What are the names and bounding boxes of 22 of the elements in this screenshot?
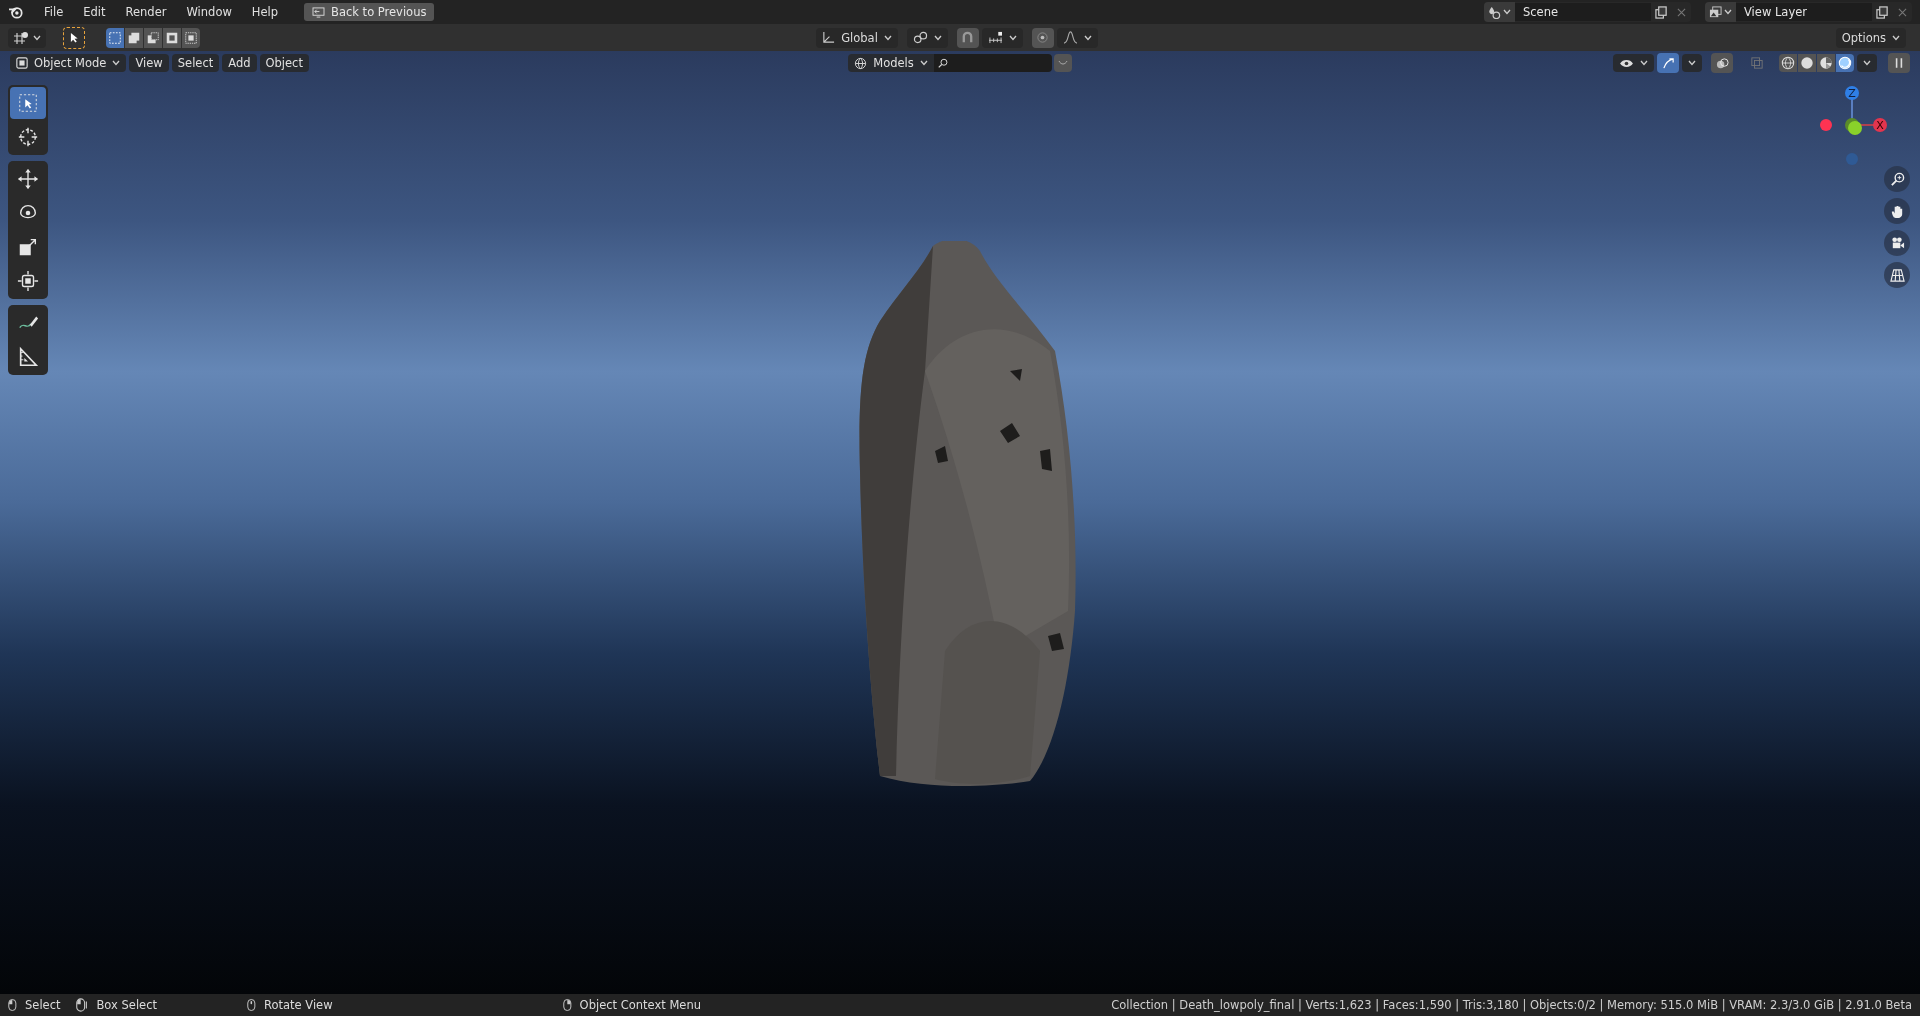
status-hint: Select xyxy=(25,998,61,1012)
menu-item[interactable]: Render xyxy=(117,2,175,22)
scene-field[interactable]: Scene xyxy=(1515,3,1651,21)
status-hint: Box Select xyxy=(96,998,157,1012)
menu-item[interactable]: Edit xyxy=(75,2,114,22)
menu-button[interactable]: Object xyxy=(259,54,309,72)
menu-button[interactable]: Add xyxy=(222,54,257,72)
menu-item[interactable]: Help xyxy=(243,2,287,22)
menu-button[interactable]: Select xyxy=(171,54,220,72)
menu-item[interactable]: File xyxy=(36,2,72,22)
object-mode-dropdown[interactable]: Object Mode xyxy=(10,54,127,72)
status-hint: Rotate View xyxy=(264,998,333,1012)
view-layer-field[interactable]: View Layer xyxy=(1736,3,1872,21)
options-dropdown[interactable]: Options xyxy=(1835,27,1906,48)
menu-button[interactable]: View xyxy=(129,54,169,72)
collection-filter-dropdown[interactable]: Models xyxy=(848,54,934,72)
back-to-previous-button[interactable]: Back to Previous xyxy=(304,3,435,21)
menu-item[interactable]: Window xyxy=(178,2,240,22)
scene-statistics: Collection | Death_lowpoly_final | Verts:1,623 | Faces:1,590 | Tris:3,180 | Objects:0/2 | Memory: 515.0 MiB | VRAM: 2.3/3.0 GiB | 2.91.0 Beta xyxy=(1111,998,1912,1012)
navigation-gizmo-drawing[interactable]: Z X xyxy=(1800,75,1920,165)
status-hint: Object Context Menu xyxy=(579,998,701,1012)
orientation-dropdown[interactable]: Global xyxy=(816,27,898,48)
